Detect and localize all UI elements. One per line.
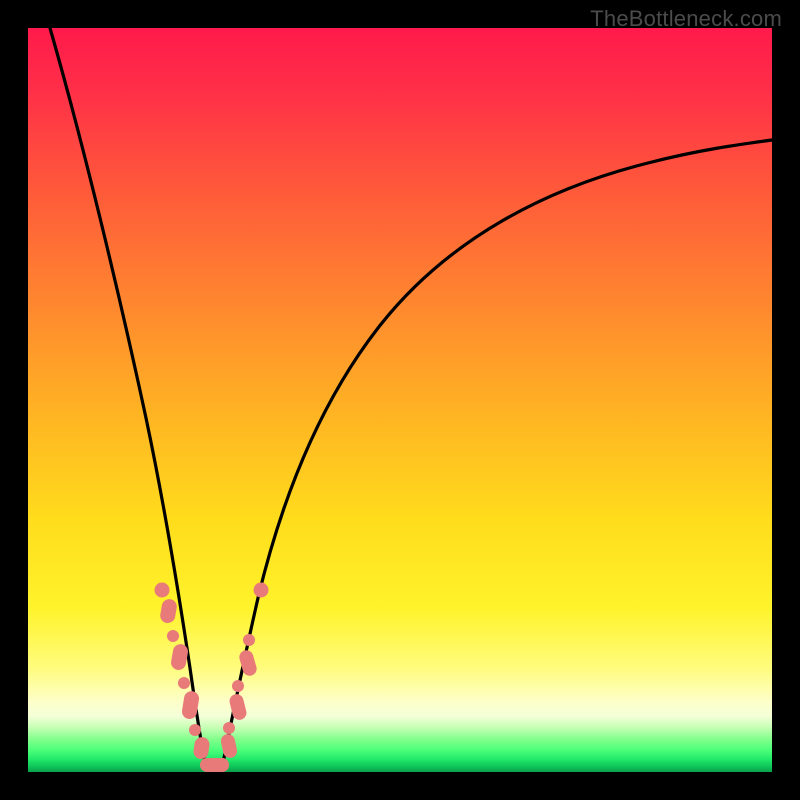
marker-dot (223, 722, 235, 734)
marker-dot (254, 583, 269, 598)
marker-dot (200, 758, 214, 772)
marker-dot (215, 758, 229, 772)
marker-pill (193, 736, 211, 760)
marker-dot (178, 677, 190, 689)
marker-dot (232, 680, 244, 692)
outer-frame: TheBottleneck.com (0, 0, 800, 800)
marker-pill (159, 598, 178, 624)
marker-pill (220, 733, 239, 759)
plot-area (28, 28, 772, 772)
watermark-text: TheBottleneck.com (590, 6, 782, 32)
marker-dot (155, 583, 170, 598)
marker-dot (243, 634, 255, 646)
marker-dot (189, 724, 201, 736)
curve-right-branch (222, 140, 772, 768)
marker-pill (170, 643, 189, 671)
marker-dot (167, 630, 179, 642)
chart-svg (28, 28, 772, 772)
